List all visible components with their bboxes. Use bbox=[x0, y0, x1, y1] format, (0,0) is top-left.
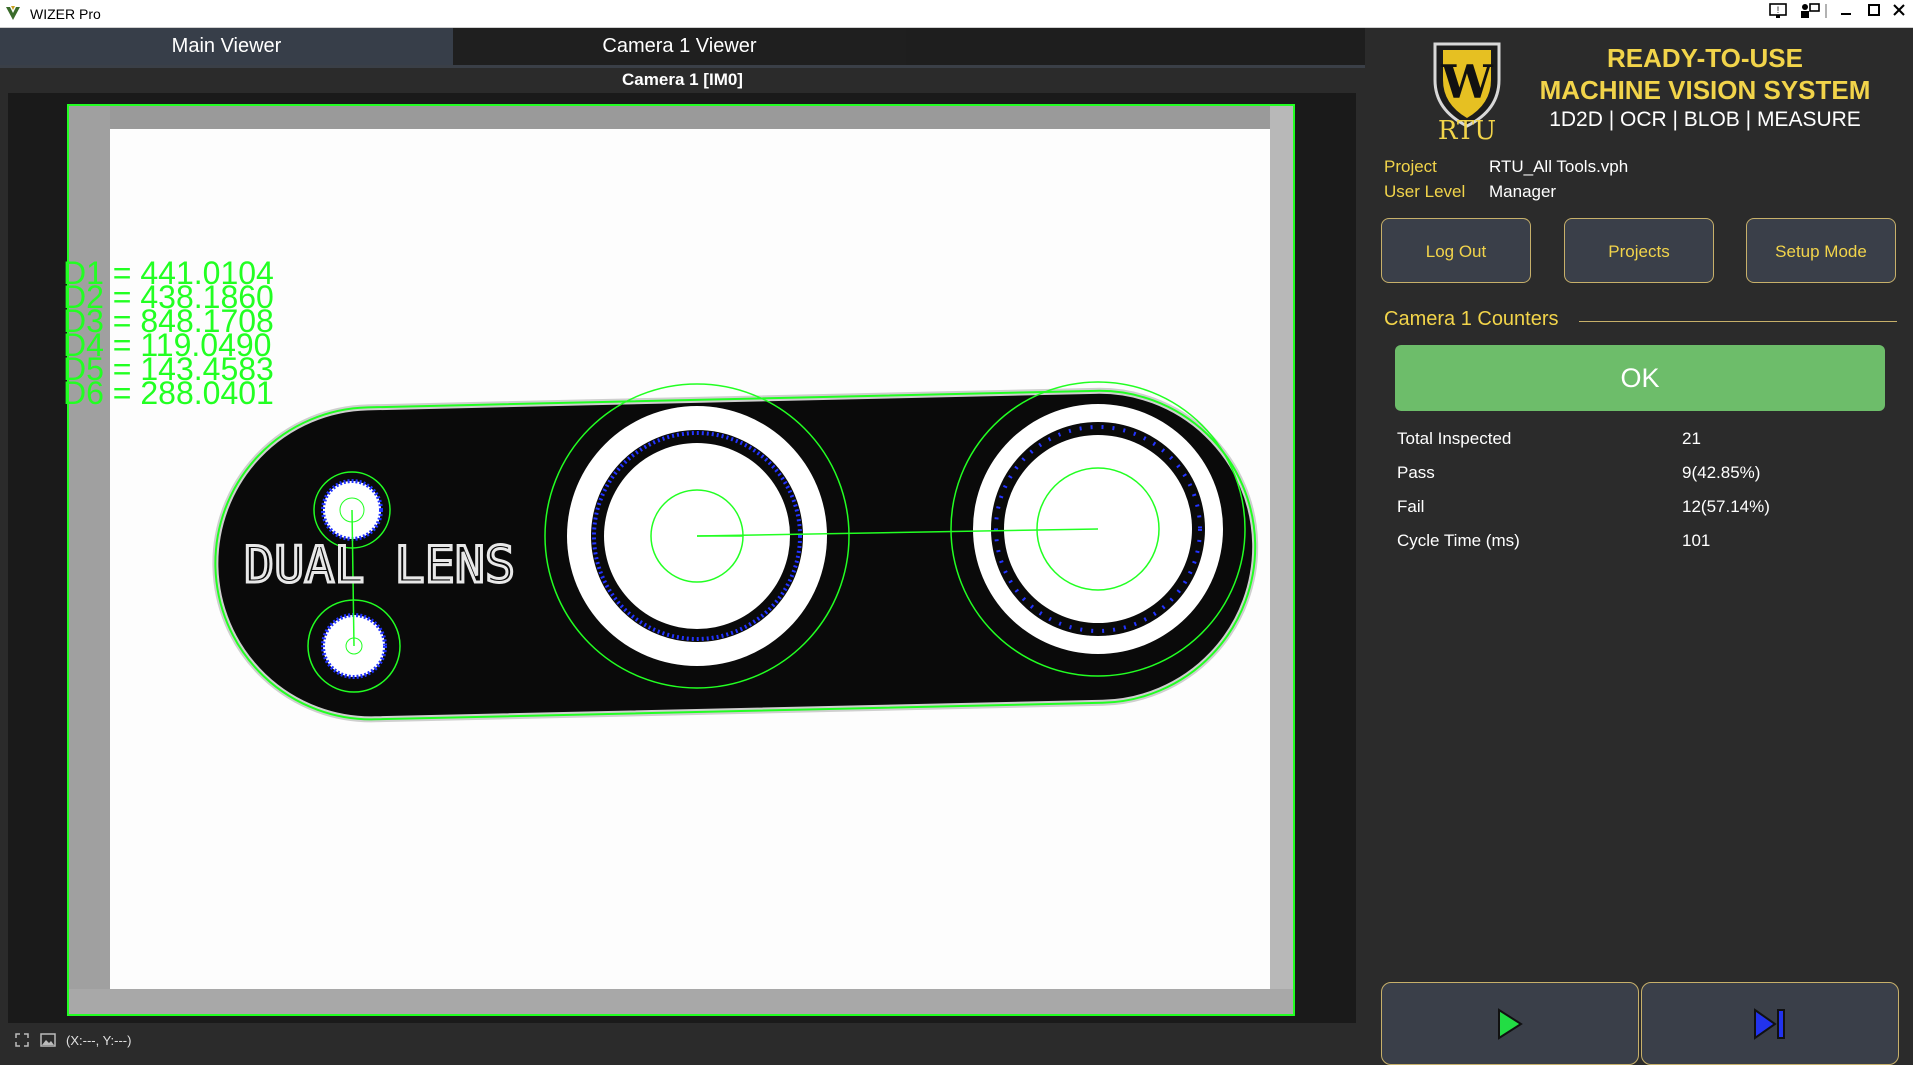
counter-value-cycle-time: 101 bbox=[1682, 531, 1711, 550]
counters-divider bbox=[1579, 321, 1897, 322]
counter-label-cycle-time: Cycle Time (ms) bbox=[1397, 531, 1520, 550]
counter-value-pass: 9(42.85%) bbox=[1682, 463, 1761, 482]
rtu-logo: W RTU bbox=[1433, 42, 1501, 140]
counter-value-fail: 12(57.14%) bbox=[1682, 497, 1770, 516]
brand-line-2: MACHINE VISION SYSTEM bbox=[1539, 75, 1871, 105]
brand-line-1: READY-TO-USE bbox=[1607, 43, 1803, 73]
camera-image-view[interactable]: DUAL LENS bbox=[8, 93, 1356, 1023]
status-bar: (X:---, Y:---) bbox=[0, 1028, 1365, 1053]
measurement-results: D1 = 441.0104 D2 = 438.1860 D3 = 848.170… bbox=[63, 257, 274, 411]
step-forward-icon bbox=[1754, 1007, 1785, 1040]
app-logo-icon bbox=[6, 6, 20, 20]
counter-label-pass: Pass bbox=[1397, 463, 1435, 482]
project-value: RTU_All Tools.vph bbox=[1489, 157, 1629, 176]
close-icon[interactable] bbox=[1883, 2, 1913, 24]
project-label: Project bbox=[1384, 157, 1437, 176]
viewer-area: Main Viewer Camera 1 Viewer Camera 1 [IM… bbox=[0, 28, 1365, 1053]
logout-button[interactable]: Log Out bbox=[1381, 218, 1531, 283]
projects-button[interactable]: Projects bbox=[1564, 218, 1714, 283]
user-level-label: User Level bbox=[1384, 182, 1466, 201]
part-label: DUAL LENS bbox=[244, 536, 515, 594]
brand-features: 1D2D | OCR | BLOB | MEASURE bbox=[1549, 108, 1861, 131]
image-icon[interactable] bbox=[40, 1032, 56, 1048]
inspection-result-badge: OK bbox=[1395, 345, 1885, 411]
title-bar: WIZER Pro ! bbox=[0, 0, 1913, 28]
play-icon bbox=[1498, 1007, 1523, 1040]
svg-text:!: ! bbox=[1777, 5, 1780, 15]
viewer-tabs: Main Viewer Camera 1 Viewer bbox=[0, 28, 1365, 65]
svg-text:RTU: RTU bbox=[1438, 116, 1496, 140]
measurement-d6: D6 = 288.0401 bbox=[63, 375, 274, 411]
user-level-value: Manager bbox=[1489, 182, 1557, 201]
tab-camera-1-viewer[interactable]: Camera 1 Viewer bbox=[453, 28, 906, 65]
svg-text:W: W bbox=[1440, 55, 1494, 109]
camera-title: Camera 1 [IM0] bbox=[622, 70, 743, 89]
counter-label-total: Total Inspected bbox=[1397, 429, 1512, 448]
control-panel: W RTU READY-TO-USE MACHINE VISION SYSTEM… bbox=[1367, 28, 1913, 1065]
help-monitor-icon[interactable]: ! bbox=[1762, 2, 1794, 24]
tab-divider bbox=[0, 65, 1365, 68]
counter-label-fail: Fail bbox=[1397, 497, 1425, 516]
window-title: WIZER Pro bbox=[30, 6, 101, 22]
cursor-coordinates: (X:---, Y:---) bbox=[66, 1033, 132, 1048]
counters-title: Camera 1 Counters bbox=[1384, 308, 1559, 330]
tab-main-viewer[interactable]: Main Viewer bbox=[0, 28, 453, 65]
camera-image: DUAL LENS bbox=[67, 104, 1295, 1016]
setup-mode-button[interactable]: Setup Mode bbox=[1746, 218, 1896, 283]
fit-view-icon[interactable] bbox=[14, 1032, 30, 1048]
counter-value-total: 21 bbox=[1682, 429, 1701, 448]
